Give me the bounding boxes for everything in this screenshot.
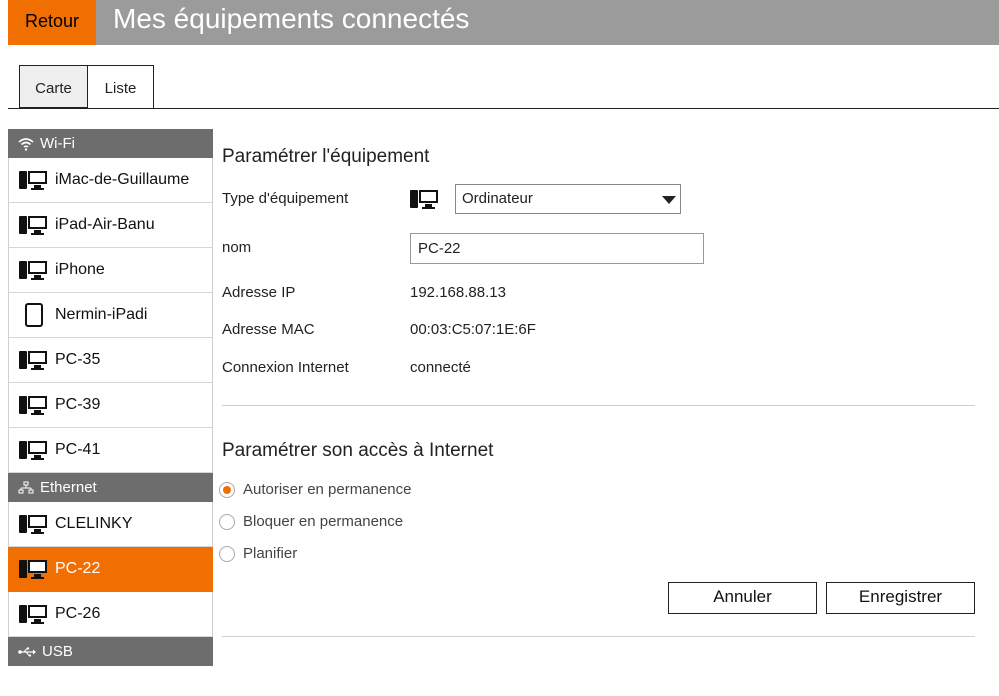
group-label-ethernet: Ethernet [40,478,97,496]
sidebar-item-label: iPhone [55,261,105,278]
radio-autoriser[interactable]: Autoriser en permanence [219,481,411,498]
sidebar-item-pc-26[interactable]: PC-26 [8,592,213,637]
cancel-button[interactable]: Annuler [668,582,817,614]
tab-carte[interactable]: Carte [19,65,87,108]
group-label-usb: USB [42,642,73,660]
page-title: Mes équipements connectés [113,3,470,34]
computer-icon [19,393,49,417]
ethernet-icon [18,481,34,493]
usb-icon [18,646,36,656]
device-settings-title: Paramétrer l'équipement [222,146,430,167]
radio-button[interactable] [219,513,235,530]
device-sidebar: Wi-Fi iMac-de-Guillaume iPad-Air-Banu iP… [8,129,213,666]
sidebar-item-clelinky[interactable]: CLELINKY [8,502,213,547]
sidebar-item-label: CLELINKY [55,515,133,532]
radio-planifier[interactable]: Planifier [219,545,297,562]
tablet-icon [19,303,49,327]
sidebar-item-label: iPad-Air-Banu [55,216,155,233]
device-type-value: Ordinateur [462,190,533,207]
internet-access-title: Paramétrer son accès à Internet [222,440,494,461]
mac-value: 00:03:C5:07:1E:6F [410,321,536,338]
radio-button-checked[interactable] [219,481,235,498]
sidebar-item-label: Nermin-iPadi [55,306,148,323]
sidebar-item-iphone[interactable]: iPhone [8,248,213,293]
group-header-wifi: Wi-Fi [8,129,213,158]
tabs-divider [8,108,999,109]
sidebar-item-imac-de-guillaume[interactable]: iMac-de-Guillaume [8,158,213,203]
computer-icon [19,557,49,581]
computer-icon [19,438,49,462]
group-header-usb: USB [8,637,213,666]
group-label-wifi: Wi-Fi [40,134,75,152]
computer-icon [19,602,49,626]
sidebar-item-label: PC-22 [55,560,101,577]
sidebar-item-label: PC-39 [55,396,101,413]
computer-icon [19,168,49,192]
sidebar-item-label: iMac-de-Guillaume [55,171,190,188]
computer-icon [19,348,49,372]
radio-label: Planifier [243,545,298,562]
connection-value: connecté [410,359,471,376]
computer-icon [19,512,49,536]
computer-icon [19,213,49,237]
mac-label: Adresse MAC [222,321,315,338]
radio-button[interactable] [219,545,235,562]
chevron-down-icon [662,196,676,204]
radio-label: Autoriser en permanence [243,481,412,498]
sidebar-item-label: PC-26 [55,605,101,622]
device-type-select[interactable]: Ordinateur [455,184,681,214]
bottom-divider [222,636,975,637]
sidebar-item-pc-41[interactable]: PC-41 [8,428,213,473]
group-header-ethernet: Ethernet [8,473,213,502]
device-name-input[interactable] [410,233,704,264]
section-divider [222,405,975,406]
sidebar-item-label: PC-41 [55,441,101,458]
ip-value: 192.168.88.13 [410,284,506,301]
sidebar-item-nermin-ipadi[interactable]: Nermin-iPadi [8,293,213,338]
computer-icon [19,258,49,282]
tab-liste[interactable]: Liste [87,65,154,109]
top-header: Retour Mes équipements connectés [8,0,999,45]
sidebar-item-pc-22[interactable]: PC-22 [8,547,213,592]
sidebar-item-pc-35[interactable]: PC-35 [8,338,213,383]
radio-bloquer[interactable]: Bloquer en permanence [219,513,403,530]
type-label: Type d'équipement [222,190,349,207]
wifi-icon [18,137,34,151]
radio-label: Bloquer en permanence [243,513,404,530]
back-button[interactable]: Retour [8,0,96,45]
connection-label: Connexion Internet [222,359,349,376]
computer-icon [410,187,440,211]
name-label: nom [222,239,252,256]
sidebar-item-label: PC-35 [55,351,101,368]
save-button[interactable]: Enregistrer [826,582,975,614]
sidebar-item-ipad-air-banu[interactable]: iPad-Air-Banu [8,203,213,248]
sidebar-item-pc-39[interactable]: PC-39 [8,383,213,428]
ip-label: Adresse IP [222,284,296,301]
